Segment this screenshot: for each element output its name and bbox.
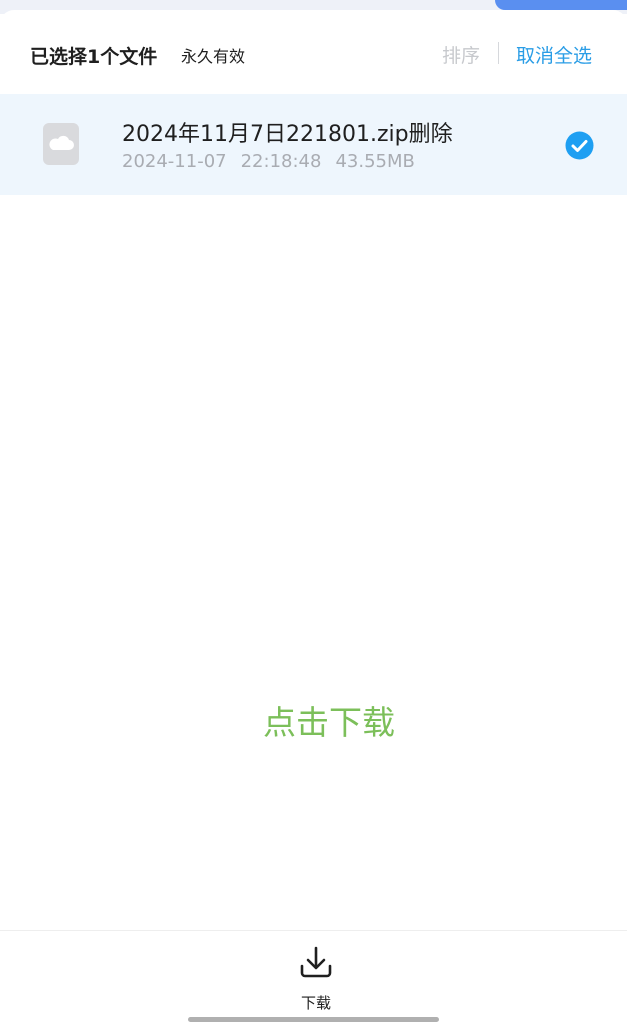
checkmark-icon[interactable] — [565, 131, 594, 160]
file-meta: 2024-11-07 22:18:48 43.55MB — [122, 151, 429, 172]
file-list-item[interactable]: 2024年11月7日221801.zip删除 2024-11-07 22:18:4… — [0, 94, 627, 195]
selected-count-title: 已选择1个文件 — [30, 46, 158, 68]
bottom-action-bar: 下载 — [0, 930, 627, 1025]
download-icon — [299, 945, 333, 979]
file-name: 2024年11月7日221801.zip删除 — [122, 122, 453, 147]
file-size: 43.55MB — [335, 151, 415, 172]
validity-label: 永久有效 — [181, 47, 246, 66]
header-divider — [498, 42, 499, 64]
file-date: 2024-11-07 — [122, 151, 227, 172]
cloud-file-icon — [42, 122, 80, 166]
cancel-select-all-button[interactable]: 取消全选 — [516, 41, 592, 68]
home-indicator[interactable] — [188, 1017, 439, 1022]
selection-header: 已选择1个文件 永久有效 排序 取消全选 — [0, 10, 627, 94]
file-time: 22:18:48 — [240, 151, 322, 172]
click-download-link[interactable]: 点击下载 — [0, 696, 627, 744]
top-accent-bar — [495, 0, 627, 10]
download-label: 下载 — [300, 994, 331, 1012]
download-button[interactable]: 下载 — [286, 943, 346, 1015]
sort-button[interactable]: 排序 — [442, 41, 480, 68]
